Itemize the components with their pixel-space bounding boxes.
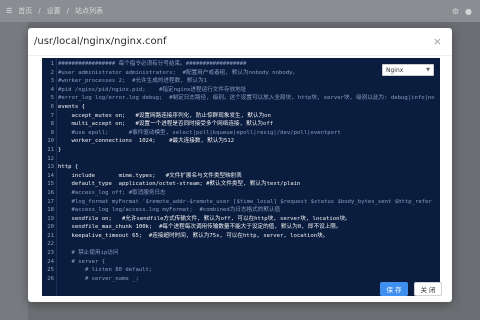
- line-number: 9: [50, 129, 54, 136]
- code-text: events {: [58, 103, 85, 110]
- background-topbar: ☰ 首页 / 设置 / 站点列表 ⚙ ●: [0, 0, 480, 22]
- line-number: 7: [50, 112, 54, 119]
- code-text: include mime.types; #文件扩展名与文件类型映射表: [58, 172, 242, 179]
- line-number: 15: [47, 181, 54, 188]
- line-number: 4: [50, 86, 54, 93]
- line-number: 11: [47, 146, 54, 153]
- code-text: ################# 每个指令必须有分号结束。##########…: [58, 61, 247, 67]
- code-text: sendfile_max_chunk 100k; #每个进程每次调用传输数量不能…: [58, 224, 342, 231]
- line-number: 5: [50, 95, 54, 102]
- code-line[interactable]: 18 #access_log log/access.log myFormat; …: [42, 206, 440, 215]
- code-line[interactable]: 12: [42, 155, 440, 164]
- line-number: 1: [50, 61, 54, 67]
- line-number: 12: [47, 155, 54, 162]
- code-line[interactable]: 24 # server {: [42, 258, 440, 267]
- code-text: }: [58, 146, 62, 153]
- code-text: multi_accept on; #设置一个进程是否同时接受多个网络连接, 默认…: [58, 121, 274, 128]
- code-text: sendfile on; #允许sendfile方式传输文件, 默认为off, …: [58, 215, 351, 222]
- code-line[interactable]: 10 worker_connections 1024; #最大连接数, 默认为5…: [42, 137, 440, 146]
- line-number: 14: [47, 172, 54, 179]
- line-number: 25: [47, 267, 54, 274]
- code-text: #access_log off; #取消服务日志: [58, 189, 166, 196]
- code-line[interactable]: 11}: [42, 146, 440, 155]
- line-number: 3: [50, 78, 54, 85]
- code-line[interactable]: 6 events {: [42, 103, 440, 112]
- breadcrumb-home: 首页: [18, 7, 33, 15]
- code-editor[interactable]: 1 ################# 每个指令必须有分号结束。#########…: [42, 58, 440, 296]
- code-line[interactable]: 19 sendfile on; #允许sendfile方式传输文件, 默认为of…: [42, 215, 440, 224]
- close-button[interactable]: 关 闭: [414, 282, 442, 296]
- code-text: # listen 80 default;: [58, 267, 153, 274]
- code-line[interactable]: 17 #log_format myFormat '$remote_addr-$r…: [42, 198, 440, 207]
- modal-footer: 保 存 关 闭: [380, 282, 442, 296]
- modal-title: /usr/local/nginx/nginx.conf: [34, 36, 167, 47]
- save-button[interactable]: 保 存: [380, 282, 408, 296]
- code-text: http {: [58, 164, 79, 171]
- language-select-value: Nginx: [386, 66, 404, 74]
- code-line[interactable]: 1 ################# 每个指令必须有分号结束。#########…: [42, 60, 440, 69]
- line-number: 17: [47, 198, 54, 205]
- close-icon[interactable]: ×: [433, 36, 442, 47]
- code-text: worker_connections 1024; #最大连接数, 默认为512: [58, 138, 235, 145]
- line-number: 18: [47, 207, 54, 214]
- line-number: 2: [50, 69, 54, 76]
- code-line[interactable]: 8 multi_accept on; #设置一个进程是否同时接受多个网络连接, …: [42, 120, 440, 129]
- line-number: 6: [50, 103, 54, 110]
- code-text: # 禁止使用ip访问: [58, 250, 119, 257]
- code-line[interactable]: 9 #use epoll; #事件驱动模型, select|poll|kqueu…: [42, 129, 440, 138]
- code-line[interactable]: 5 #error_log log/error.log debug; #制定日志路径…: [42, 94, 440, 103]
- code-line[interactable]: 7 accept_mutex on; #设置网路连接序列化, 防止惊群现象发生,…: [42, 112, 440, 121]
- line-number: 26: [47, 275, 54, 282]
- code-text: #pid /nginx/pid/nginx.pid; #指定nginx进程运行文…: [58, 86, 247, 93]
- code-text: #user administrator administrators; #配置用…: [58, 69, 299, 76]
- breadcrumb-settings: 设置: [46, 7, 61, 15]
- code-line[interactable]: 4 #pid /nginx/pid/nginx.pid; #指定nginx进程运行…: [42, 86, 440, 95]
- code-line[interactable]: 20 sendfile_max_chunk 100k; #每个进程每次调用传输数…: [42, 223, 440, 232]
- code-text: # server_name _;: [58, 275, 139, 282]
- breadcrumb-sites: 站点列表: [75, 7, 103, 15]
- code-text: #error_log log/error.log debug; #制定日志路径,…: [58, 95, 435, 102]
- menu-icon: ☰: [6, 7, 13, 15]
- code-line[interactable]: 14 include mime.types; #文件扩展名与文件类型映射表: [42, 172, 440, 181]
- code-text: #use epoll; #事件驱动模型, select|poll|kqueue|…: [58, 129, 341, 136]
- code-line[interactable]: 13 http {: [42, 163, 440, 172]
- code-line[interactable]: 22: [42, 240, 440, 249]
- code-text: #worker_processes 2; #允许生成的进程数, 默认为1: [58, 78, 208, 85]
- config-editor-modal: /usr/local/nginx/nginx.conf × 1 #########…: [28, 28, 452, 302]
- code-line[interactable]: 15 default_type application/octet-stream…: [42, 180, 440, 189]
- user-icon: ●: [465, 6, 472, 16]
- line-number: 16: [47, 189, 54, 196]
- code-line[interactable]: 3 #worker_processes 2; #允许生成的进程数, 默认为1: [42, 77, 440, 86]
- line-number: 10: [47, 138, 54, 145]
- line-number: 13: [47, 164, 54, 171]
- gear-icon: ⚙: [451, 6, 460, 16]
- line-number: 22: [47, 241, 54, 248]
- code-line[interactable]: 23 # 禁止使用ip访问: [42, 249, 440, 258]
- code-text: accept_mutex on; #设置网路连接序列化, 防止惊群现象发生, 默…: [58, 112, 271, 119]
- code-text: #access_log log/access.log myFormat; #co…: [58, 207, 281, 214]
- line-number: 23: [47, 250, 54, 257]
- language-select[interactable]: Nginx ▼: [382, 64, 434, 76]
- chevron-down-icon: ▼: [426, 67, 430, 73]
- code-text: keepalive_timeout 65; #连接超时时间, 默认为75s, 可…: [58, 232, 329, 239]
- line-number: 20: [47, 224, 54, 231]
- code-line[interactable]: 2 #user administrator administrators; #配置…: [42, 69, 440, 78]
- code-text: #log_format myFormat '$remote_addr-$remo…: [58, 198, 432, 205]
- code-line[interactable]: 21 keepalive_timeout 65; #连接超时时间, 默认为75s…: [42, 232, 440, 241]
- code-text: # server {: [58, 258, 106, 265]
- line-number: 21: [47, 232, 54, 239]
- modal-header: /usr/local/nginx/nginx.conf ×: [28, 28, 452, 56]
- line-number: 19: [47, 215, 54, 222]
- code-text: default_type application/octet-stream; #…: [58, 181, 301, 188]
- code-lines[interactable]: 1 ################# 每个指令必须有分号结束。#########…: [42, 60, 440, 283]
- code-line[interactable]: 25 # listen 80 default;: [42, 266, 440, 275]
- line-number: 8: [50, 121, 54, 128]
- code-line[interactable]: 16 #access_log off; #取消服务日志: [42, 189, 440, 198]
- background-sidebar: [0, 22, 28, 320]
- line-number: 24: [47, 258, 54, 265]
